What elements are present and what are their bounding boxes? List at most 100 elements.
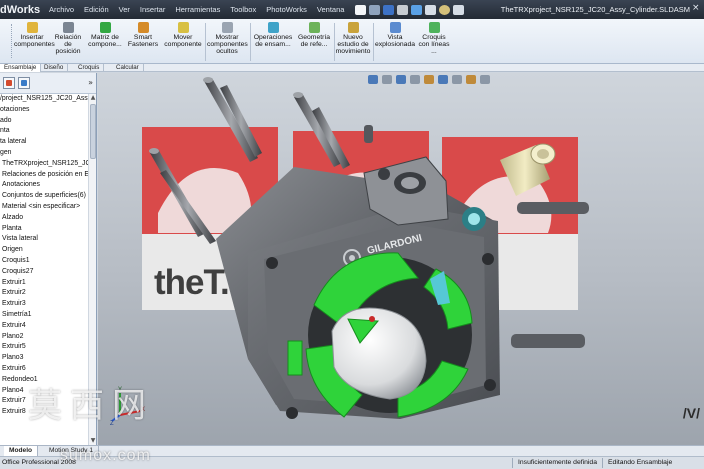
reference-geometry-label: Geometría de refe... <box>297 34 331 49</box>
menu-bar: dWorks Archivo Edición Ver Insertar Herr… <box>0 0 704 19</box>
tree-item[interactable]: ado <box>0 116 96 127</box>
exploded-view-button[interactable]: Vista explosionada <box>374 22 416 63</box>
tree-item[interactable]: Extruir5 <box>0 342 96 353</box>
tree-item[interactable]: Planta <box>0 224 96 235</box>
insert-components-icon <box>26 22 38 33</box>
tree-item[interactable]: Extruir6 <box>0 364 96 375</box>
menu-photoworks[interactable]: PhotoWorks <box>261 5 312 14</box>
property-manager-tab[interactable] <box>18 77 30 89</box>
explode-line-sketch-icon <box>428 22 440 33</box>
tab-diseno[interactable]: Diseño <box>40 64 69 72</box>
exploded-view-icon <box>389 22 401 33</box>
tree-item[interactable]: Extruir3 <box>0 299 96 310</box>
tab-calcular[interactable]: Calcular <box>112 64 144 72</box>
tree-item[interactable]: Alzado <box>0 213 96 224</box>
status-mode: Editando Ensamblaje <box>608 459 673 466</box>
new-motion-study-button[interactable]: Nuevo estudio de movimiento <box>335 22 371 63</box>
quick-access-toolbar <box>355 4 465 15</box>
chevron-right-icon[interactable]: » <box>88 78 93 87</box>
motion-study-label: Nuevo estudio de movimiento <box>335 34 371 56</box>
graphics-area[interactable]: theT.......com <box>98 73 704 445</box>
select-arrow-icon[interactable] <box>425 4 437 15</box>
tree-item[interactable]: Vista lateral <box>0 234 96 245</box>
reference-geometry-button[interactable]: Geometría de refe... <box>296 22 332 63</box>
command-manager-grip[interactable] <box>4 24 12 58</box>
mate-button[interactable]: Relación de posición <box>52 22 84 63</box>
tree-item[interactable]: Relaciones de posición en Er <box>0 170 96 181</box>
corner-logo: /V/ <box>682 405 700 421</box>
smart-fasteners-label: Smart Fasteners <box>127 34 159 49</box>
mate-icon <box>62 22 74 33</box>
reference-geometry-icon <box>308 22 320 33</box>
watermark-chinese: 莫西网 <box>28 386 154 426</box>
save-icon[interactable] <box>383 4 395 15</box>
assembly-features-button[interactable]: Operaciones de ensam... <box>253 22 293 63</box>
rebuild-icon[interactable] <box>439 4 451 15</box>
tree-item[interactable]: Plano2 <box>0 332 96 343</box>
tree-item[interactable]: Anotaciones <box>0 180 96 191</box>
menu-insertar[interactable]: Insertar <box>135 5 170 14</box>
show-hidden-label: Mostrar componentes ocultos <box>207 34 248 56</box>
tab-ensamblaje[interactable]: Ensamblaje <box>0 64 42 72</box>
scroll-down-icon[interactable]: ▼ <box>89 437 96 445</box>
tree-item[interactable]: ta lateral <box>0 137 96 148</box>
tree-item[interactable]: otaciones <box>0 105 96 116</box>
insert-components-button[interactable]: Insertar componentes <box>14 22 55 63</box>
menu-ver[interactable]: Ver <box>114 5 135 14</box>
command-manager: Insertar componentes Relación de posició… <box>0 19 704 64</box>
menu-herramientas[interactable]: Herramientas <box>170 5 225 14</box>
status-definition: Insuficientemente definida <box>518 459 597 466</box>
show-hidden-components-button[interactable]: Mostrar componentes ocultos <box>207 22 248 63</box>
watermark-url: sumox.com <box>60 447 151 464</box>
options-icon[interactable] <box>453 4 465 15</box>
tab-modelo[interactable]: Modelo <box>4 446 39 456</box>
tree-item[interactable]: nta <box>0 126 96 137</box>
feature-manager-tab[interactable] <box>3 77 15 89</box>
feature-tree-icon <box>6 80 12 86</box>
scroll-up-icon[interactable]: ▲ <box>89 94 96 102</box>
solidworks-window: dWorks Archivo Edición Ver Insertar Herr… <box>0 0 704 469</box>
explode-line-sketch-button[interactable]: Croquis con líneas ... <box>418 22 450 63</box>
assembly-features-icon <box>267 22 279 33</box>
smart-fasteners-icon <box>137 22 149 33</box>
new-document-icon[interactable] <box>355 4 367 15</box>
menu-ventana[interactable]: Ventana <box>312 5 350 14</box>
menu-archivo[interactable]: Archivo <box>44 5 79 14</box>
assembly-features-label: Operaciones de ensam... <box>253 34 293 49</box>
tree-item[interactable]: TheTRXproject_NSR125_JC2 <box>0 159 96 170</box>
property-icon <box>21 80 27 86</box>
tree-item[interactable]: Conjuntos de superficies(6) <box>0 191 96 202</box>
tree-item[interactable]: Origen <box>0 245 96 256</box>
undo-icon[interactable] <box>411 4 423 15</box>
scroll-thumb[interactable] <box>90 104 96 159</box>
toolbar-separator <box>205 23 206 61</box>
tree-item[interactable]: Material <sin especificar> <box>0 202 96 213</box>
tree-item[interactable]: Simetría1 <box>0 310 96 321</box>
tree-item[interactable]: Croquis27 <box>0 267 96 278</box>
command-manager-tabs: Ensamblaje Diseño Croquis Calcular <box>0 64 704 72</box>
smart-fasteners-button[interactable]: Smart Fasteners <box>126 22 160 63</box>
tree-item[interactable]: Croquis1 <box>0 256 96 267</box>
component-pattern-label: Matriz de compone... <box>88 34 122 49</box>
tab-croquis[interactable]: Croquis <box>74 64 105 72</box>
tree-item[interactable]: /project_NSR125_JC20_Assy <box>0 94 96 105</box>
close-icon[interactable]: × <box>692 4 701 13</box>
document-title: TheTRXproject_NSR125_JC20_Assy_Cylinder.… <box>500 5 690 14</box>
mate-label: Relación de posición <box>54 34 82 56</box>
show-hidden-icon <box>221 22 233 33</box>
tree-item[interactable]: Plano3 <box>0 353 96 364</box>
tree-item[interactable]: Extruir2 <box>0 288 96 299</box>
menu-toolbox[interactable]: Toolbox <box>225 5 261 14</box>
tree-item[interactable]: Extruir4 <box>0 321 96 332</box>
tree-item[interactable]: gen <box>0 148 96 159</box>
move-component-button[interactable]: Mover componente <box>164 22 202 63</box>
open-folder-icon[interactable] <box>369 4 381 15</box>
tree-item[interactable]: Extruir1 <box>0 278 96 289</box>
print-icon[interactable] <box>397 4 409 15</box>
move-component-icon <box>177 22 189 33</box>
status-divider <box>602 458 603 468</box>
menu-edicion[interactable]: Edición <box>79 5 114 14</box>
motion-study-icon <box>347 22 359 33</box>
insert-components-label: Insertar componentes <box>14 34 55 49</box>
component-pattern-button[interactable]: Matriz de compone... <box>87 22 123 63</box>
